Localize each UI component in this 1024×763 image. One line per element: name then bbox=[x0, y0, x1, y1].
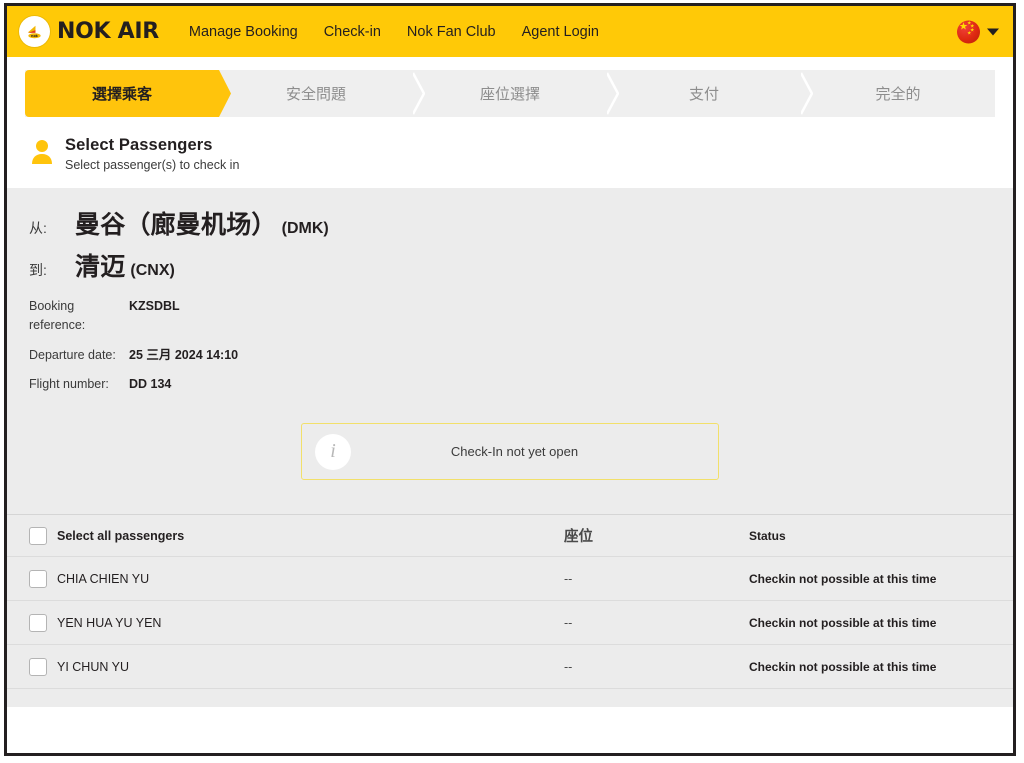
passenger-name-cell: YI CHUN YU bbox=[29, 657, 564, 676]
passenger-name: CHIA CHIEN YU bbox=[57, 571, 150, 586]
nav-link-nok-fan-club[interactable]: Nok Fan Club bbox=[407, 24, 496, 40]
booking-details: Booking reference: KZSDBL Departure date… bbox=[29, 297, 991, 394]
detail-booking-reference: Booking reference: KZSDBL bbox=[29, 297, 991, 335]
route-from-code: (DMK) bbox=[281, 220, 329, 237]
passenger-status: Checkin not possible at this time bbox=[749, 615, 937, 630]
passenger-name: YI CHUN YU bbox=[57, 659, 130, 674]
route-to-city: 清迈 bbox=[75, 253, 126, 281]
flight-info-panel: 从: 曼谷（廊曼机场） (DMK) 到: 清迈 (CNX) Booking re… bbox=[7, 188, 1013, 514]
detail-value: KZSDBL bbox=[129, 299, 180, 313]
step-payment[interactable]: 支付 bbox=[607, 70, 813, 117]
step-seat-selection[interactable]: 座位選擇 bbox=[413, 70, 619, 117]
step-label: 支付 bbox=[688, 86, 719, 103]
table-footer-strip bbox=[7, 688, 1013, 707]
detail-label: Booking reference: bbox=[29, 299, 86, 332]
column-header-seat: 座位 bbox=[564, 529, 593, 545]
notice-wrapper: i Check-In not yet open bbox=[29, 405, 991, 504]
page-subtitle: Select passenger(s) to check in bbox=[65, 158, 240, 172]
language-selector[interactable]: ★ ★ ★ ★ ★ bbox=[957, 20, 999, 43]
step-label: 完全的 bbox=[875, 86, 921, 103]
passenger-seat: -- bbox=[564, 615, 573, 630]
china-flag-icon: ★ ★ ★ ★ ★ bbox=[957, 20, 980, 43]
passenger-table: Select all passengers 座位 Status CHIA CHI… bbox=[7, 514, 1013, 707]
detail-departure-date: Departure date: 25 三月 2024 14:10 bbox=[29, 346, 991, 365]
nav-link-manage-booking[interactable]: Manage Booking bbox=[189, 24, 298, 40]
passenger-name-cell: CHIA CHIEN YU bbox=[29, 569, 564, 588]
passenger-checkbox[interactable] bbox=[29, 657, 47, 676]
table-row: YEN HUA YU YEN -- Checkin not possible a… bbox=[7, 600, 1013, 644]
detail-flight-number: Flight number: DD 134 bbox=[29, 375, 991, 394]
passenger-checkbox[interactable] bbox=[29, 613, 47, 632]
detail-value: DD 134 bbox=[129, 377, 172, 392]
chevron-down-icon bbox=[987, 28, 999, 35]
step-arrow-icon bbox=[801, 72, 813, 115]
select-all-cell: Select all passengers bbox=[29, 526, 564, 545]
person-icon bbox=[31, 139, 53, 170]
passenger-status: Checkin not possible at this time bbox=[749, 659, 937, 674]
route-from-city: 曼谷（廊曼机场） bbox=[75, 211, 277, 239]
route-from-label: 从: bbox=[29, 220, 47, 236]
step-arrow-icon bbox=[219, 70, 231, 117]
top-navigation-bar: nok NOK AIR Manage Booking Check-in Nok … bbox=[7, 6, 1013, 57]
step-arrow-icon bbox=[607, 72, 619, 115]
route-to-code: (CNX) bbox=[130, 262, 175, 279]
route-to: 到: 清迈 (CNX) bbox=[29, 247, 991, 283]
passenger-name: YEN HUA YU YEN bbox=[57, 615, 162, 630]
brand-logo[interactable]: nok NOK AIR bbox=[19, 16, 159, 47]
page-title: Select Passengers bbox=[65, 136, 213, 154]
passenger-table-header: Select all passengers 座位 Status bbox=[7, 514, 1013, 556]
nav-link-check-in[interactable]: Check-in bbox=[324, 24, 381, 40]
passenger-status: Checkin not possible at this time bbox=[749, 571, 937, 586]
passenger-checkbox[interactable] bbox=[29, 569, 47, 588]
step-arrow-icon bbox=[413, 72, 425, 115]
route-from: 从: 曼谷（廊曼机场） (DMK) bbox=[29, 205, 991, 241]
column-header-status: Status bbox=[749, 528, 786, 543]
brand-name: NOK AIR bbox=[57, 19, 159, 44]
passenger-seat: -- bbox=[564, 659, 573, 674]
step-select-passengers[interactable]: 選擇乘客 bbox=[25, 70, 231, 117]
passenger-seat: -- bbox=[564, 571, 573, 586]
step-label: 座位選擇 bbox=[479, 86, 540, 103]
route-to-label: 到: bbox=[29, 262, 47, 278]
detail-value: 25 三月 2024 14:10 bbox=[129, 347, 239, 362]
select-all-checkbox[interactable] bbox=[29, 526, 47, 545]
detail-label: Departure date: bbox=[29, 347, 116, 362]
nav-links: Manage Booking Check-in Nok Fan Club Age… bbox=[189, 24, 599, 40]
checkin-notice-box: i Check-In not yet open bbox=[301, 423, 719, 480]
step-label: 安全問題 bbox=[285, 86, 346, 103]
checkin-notice-text: Check-In not yet open bbox=[450, 444, 579, 459]
table-row: CHIA CHIEN YU -- Checkin not possible at… bbox=[7, 556, 1013, 600]
step-label: 選擇乘客 bbox=[91, 86, 152, 103]
progress-stepper-band: 選擇乘客 安全問題 座位選擇 支付 完全的 bbox=[7, 57, 1013, 130]
select-all-label: Select all passengers bbox=[57, 528, 185, 543]
info-icon: i bbox=[315, 433, 351, 470]
progress-stepper: 選擇乘客 安全問題 座位選擇 支付 完全的 bbox=[25, 70, 995, 117]
step-security-questions[interactable]: 安全問題 bbox=[219, 70, 425, 117]
step-complete[interactable]: 完全的 bbox=[801, 70, 995, 117]
passenger-name-cell: YEN HUA YU YEN bbox=[29, 613, 564, 632]
nok-bird-logo-icon: nok bbox=[19, 16, 50, 47]
section-header: Select Passengers Select passenger(s) to… bbox=[25, 130, 995, 188]
detail-label: Flight number: bbox=[29, 377, 109, 392]
nav-link-agent-login[interactable]: Agent Login bbox=[522, 24, 599, 40]
table-row: YI CHUN YU -- Checkin not possible at th… bbox=[7, 644, 1013, 688]
page-content: Select Passengers Select passenger(s) to… bbox=[7, 130, 1013, 188]
svg-text:nok: nok bbox=[31, 34, 39, 38]
browser-window: nok NOK AIR Manage Booking Check-in Nok … bbox=[4, 3, 1016, 756]
